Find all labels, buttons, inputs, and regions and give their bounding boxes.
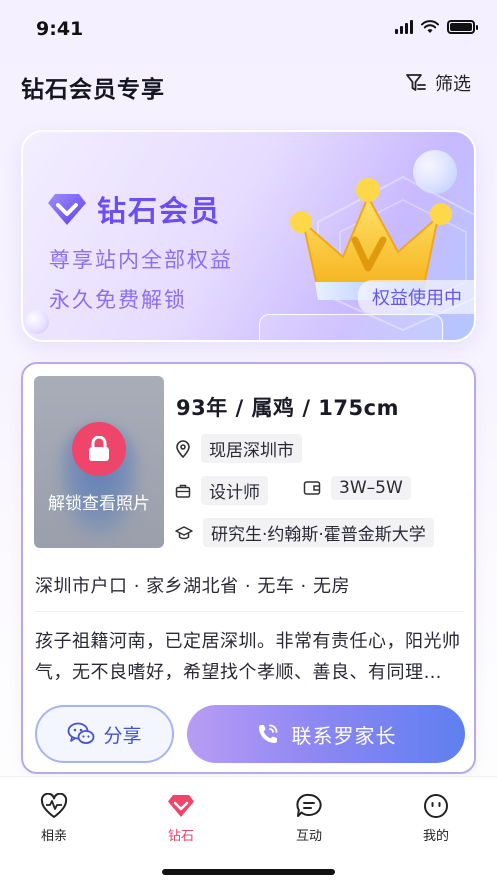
bubble-decoration-small (25, 310, 49, 334)
signal-icon (395, 20, 413, 34)
filter-icon (406, 74, 426, 91)
diamond-icon (168, 795, 194, 817)
income-row: 3W–5W (303, 476, 411, 500)
unlock-photo-label: 解锁查看照片 (48, 494, 150, 514)
job-chip: 设计师 (201, 476, 268, 505)
location-row: 现居深圳市 (175, 434, 302, 463)
banner-logo: 钻石会员 (47, 188, 221, 230)
banner-title: 钻石会员 (97, 194, 222, 228)
status-icons (395, 20, 478, 34)
filter-label: 筛选 (435, 74, 471, 95)
household-info: 深圳市户口 · 家乡湖北省 · 无车 · 无房 (35, 576, 350, 597)
filter-button[interactable]: 筛选 (405, 70, 471, 96)
nav-label: 相亲 (40, 829, 67, 844)
share-button[interactable]: 分享 (35, 705, 174, 763)
lock-icon (72, 422, 126, 476)
wechat-icon (68, 722, 95, 744)
nav-item-xiangqin[interactable]: 相亲 (19, 793, 89, 844)
education-chip: 研究生·约翰斯·霍普金斯大学 (203, 518, 434, 547)
profile-icon (424, 794, 448, 818)
location-pin-icon (176, 439, 190, 458)
nav-item-interact[interactable]: 互动 (274, 793, 344, 844)
page-title: 钻石会员专享 (21, 77, 165, 103)
nav-label: 我的 (422, 829, 449, 844)
share-label: 分享 (103, 724, 142, 747)
status-bar: 9:41 (0, 0, 497, 60)
status-time: 9:41 (36, 18, 84, 40)
heartbeat-icon (40, 793, 68, 818)
diamond-member-banner[interactable]: 钻石会员 尊享站内全部权益 永久免费解锁 权益使用中 (21, 130, 476, 342)
basic-info: 93年 / 属鸡 / 175cm (176, 396, 399, 420)
wallet-icon (303, 481, 321, 495)
divider (35, 611, 464, 612)
home-indicator (162, 869, 335, 875)
contact-parent-button[interactable]: 联系罗家长 (187, 705, 465, 763)
job-row: 设计师 (175, 476, 268, 505)
profile-card[interactable]: 解锁查看照片 93年 / 属鸡 / 175cm 现居深圳市 设计师 3W–5W … (21, 362, 476, 774)
nav-label: 互动 (295, 829, 322, 844)
header: 钻石会员专享 筛选 (0, 60, 497, 110)
wifi-icon (421, 20, 439, 33)
phone-icon (258, 724, 277, 743)
chat-icon (296, 793, 322, 817)
battery-icon (447, 20, 478, 34)
location-chip: 现居深圳市 (201, 434, 302, 463)
income-chip: 3W–5W (331, 476, 411, 500)
banner-subtitle-2: 永久免费解锁 (49, 288, 187, 312)
banner-subtitle-1: 尊享站内全部权益 (49, 248, 233, 272)
nav-label: 钻石 (167, 829, 194, 844)
briefcase-icon (175, 484, 191, 498)
education-row: 研究生·约翰斯·霍普金斯大学 (175, 518, 434, 547)
card-decoration (259, 314, 443, 340)
nav-item-mine[interactable]: 我的 (401, 793, 471, 844)
nav-item-diamond[interactable]: 钻石 (146, 793, 216, 844)
diamond-icon (48, 194, 86, 225)
contact-label: 联系罗家长 (291, 723, 397, 748)
locked-photo[interactable]: 解锁查看照片 (34, 376, 164, 548)
graduation-cap-icon (175, 525, 193, 539)
bottom-nav: 相亲 钻石 互动 我的 (0, 776, 497, 883)
rights-status-badge: 权益使用中 (358, 280, 474, 314)
profile-description: 孩子祖籍河南，已定居深圳。非常有责任心，阳光帅气，无不良嗜好，希望找个孝顺、善良… (35, 631, 461, 683)
